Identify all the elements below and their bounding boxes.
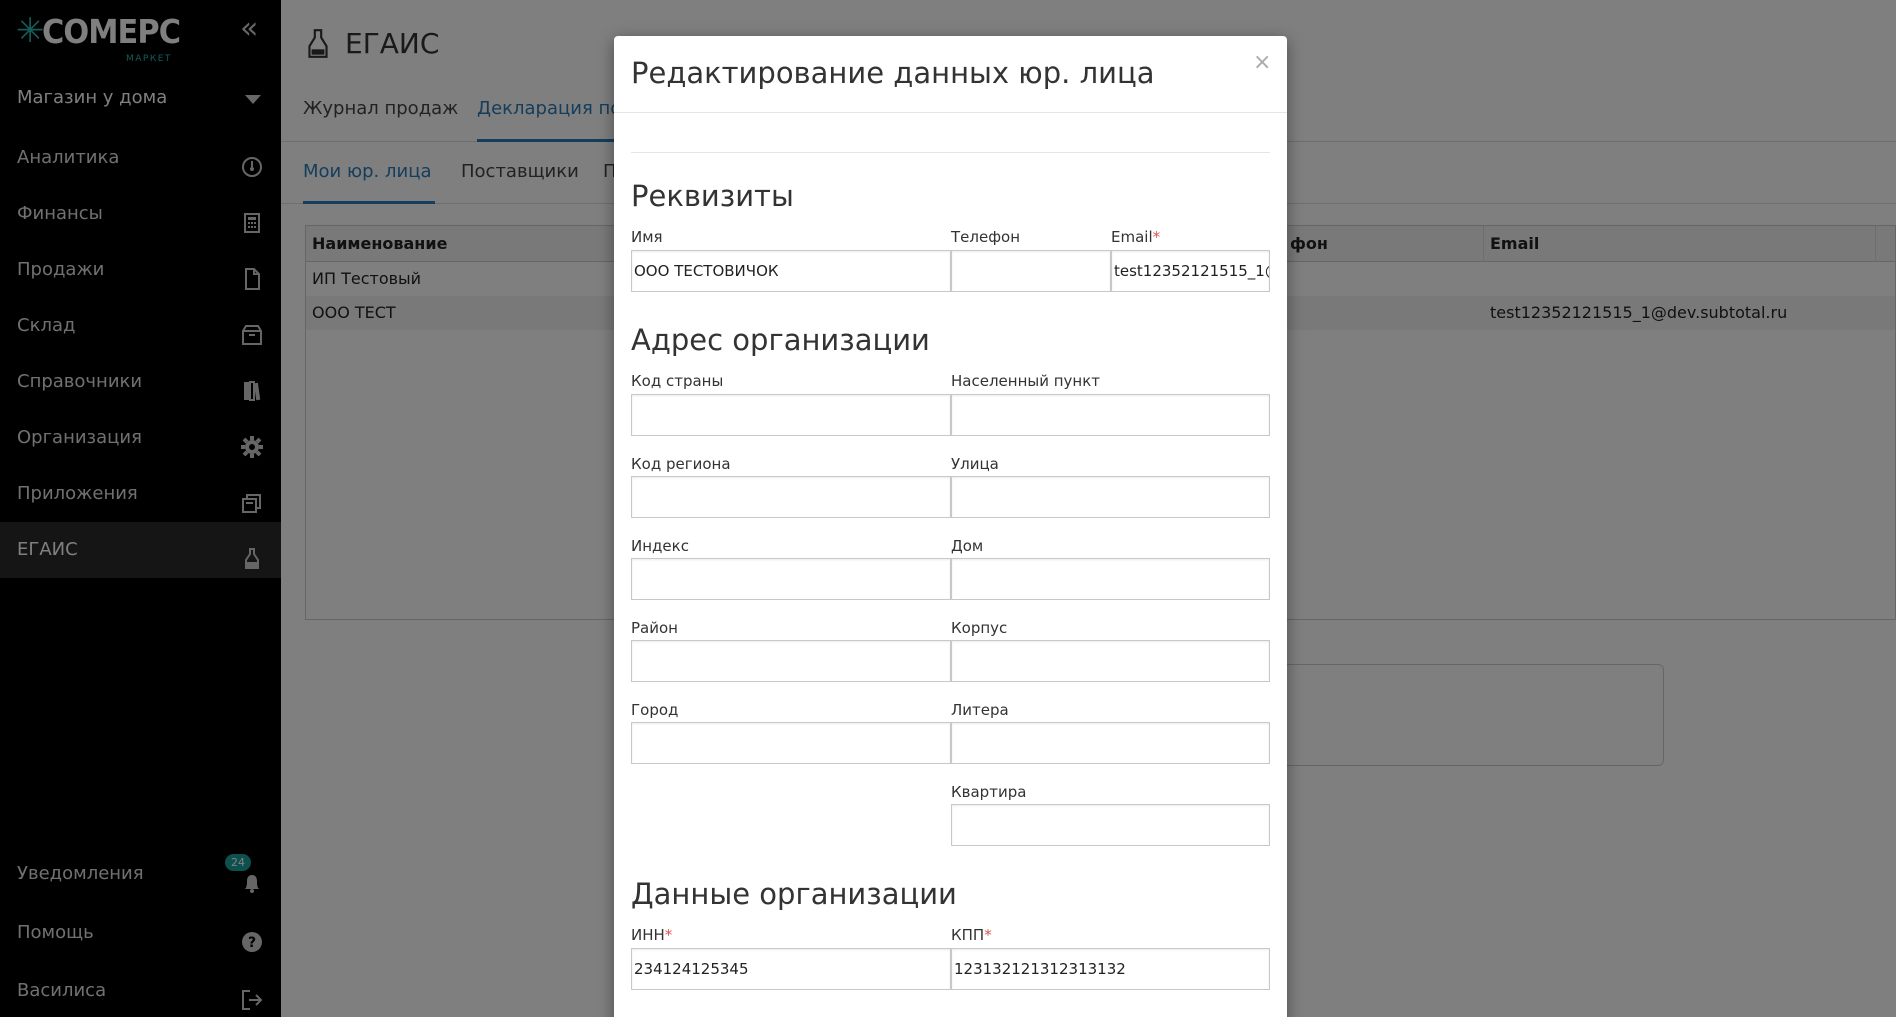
house-field[interactable] xyxy=(951,558,1270,600)
required-mark: * xyxy=(664,926,673,944)
kpp-field[interactable]: 123132121312313132 xyxy=(951,948,1270,990)
city-label: Город xyxy=(631,701,678,719)
close-icon[interactable]: × xyxy=(1253,50,1271,75)
email-label: Email* xyxy=(1111,228,1160,246)
kpp-label-text: КПП xyxy=(951,926,985,944)
district-label-text: Район xyxy=(631,619,678,637)
section-title-requisites: Реквизиты xyxy=(631,179,794,213)
required-mark: * xyxy=(984,926,992,944)
street-field[interactable] xyxy=(951,476,1270,518)
apartment-field[interactable] xyxy=(951,804,1270,846)
street-label-text: Улица xyxy=(951,455,999,473)
district-field[interactable] xyxy=(631,640,951,682)
index-label: Индекс xyxy=(631,537,689,555)
email-label-text: Email xyxy=(1111,228,1153,246)
section-title-address: Адрес организации xyxy=(631,323,930,357)
building-label: Корпус xyxy=(951,619,1007,637)
inn-field[interactable]: 234124125345 xyxy=(631,948,951,990)
region-code-label-text: Код региона xyxy=(631,455,731,473)
locality-field[interactable] xyxy=(951,394,1270,436)
locality-label: Населенный пункт xyxy=(951,372,1100,390)
building-field[interactable] xyxy=(951,640,1270,682)
street-label: Улица xyxy=(951,455,999,473)
house-label: Дом xyxy=(951,537,983,555)
phone-label-text: Телефон xyxy=(951,228,1021,246)
kpp-label: КПП* xyxy=(951,926,992,944)
country-code-label-text: Код страны xyxy=(631,372,724,390)
litera-label-text: Литера xyxy=(951,701,1009,719)
index-field[interactable] xyxy=(631,558,951,600)
building-label-text: Корпус xyxy=(951,619,1008,637)
required-mark: * xyxy=(1152,228,1161,246)
locality-label-text: Населенный пункт xyxy=(951,372,1101,390)
phone-label: Телефон xyxy=(951,228,1020,246)
house-label-text: Дом xyxy=(951,537,984,555)
inn-label: ИНН* xyxy=(631,926,672,944)
district-label: Район xyxy=(631,619,678,637)
phone-field[interactable] xyxy=(951,250,1111,292)
city-label-text: Город xyxy=(631,701,679,719)
region-code-field[interactable] xyxy=(631,476,951,518)
inn-label-text: ИНН xyxy=(631,926,665,944)
divider xyxy=(614,112,1287,113)
country-code-label: Код страны xyxy=(631,372,723,390)
apartment-label-text: Квартира xyxy=(951,783,1027,801)
city-field[interactable] xyxy=(631,722,951,764)
litera-field[interactable] xyxy=(951,722,1270,764)
litera-label: Литера xyxy=(951,701,1009,719)
edit-legal-entity-modal: Редактирование данных юр. лица × Реквизи… xyxy=(614,36,1287,1017)
name-field[interactable]: ООО ТЕСТОВИЧОК xyxy=(631,250,951,292)
name-label: Имя xyxy=(631,228,663,246)
email-field[interactable]: test12352121515_1@c xyxy=(1111,250,1270,292)
region-code-label: Код региона xyxy=(631,455,731,473)
country-code-field[interactable] xyxy=(631,394,951,436)
divider xyxy=(631,152,1270,153)
modal-title: Редактирование данных юр. лица xyxy=(631,56,1155,90)
name-label-text: Имя xyxy=(631,228,663,246)
index-label-text: Индекс xyxy=(631,537,689,555)
apartment-label: Квартира xyxy=(951,783,1026,801)
section-title-org-data: Данные организации xyxy=(631,877,957,911)
